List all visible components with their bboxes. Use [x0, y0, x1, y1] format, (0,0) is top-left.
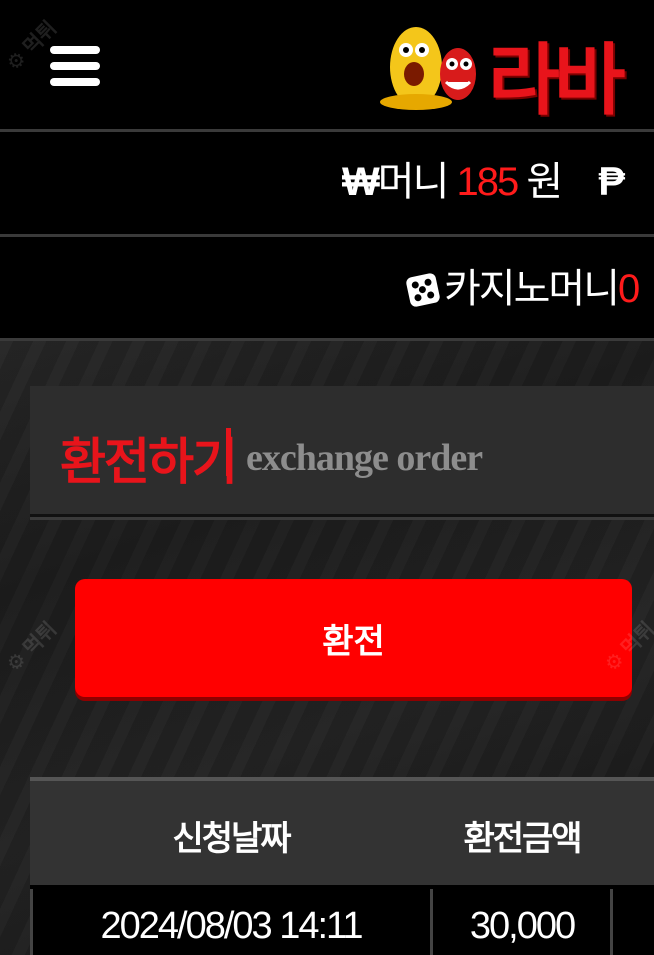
page-title: 환전하기 — [60, 434, 238, 490]
watermark: ⚙ 먹튀 — [2, 618, 62, 677]
exchange-section: 환전하기 exchange order 환전 ⚙ 먹튀 ⚙ 먹튀 신청날짜 환전… — [0, 341, 654, 955]
row-date: 2024/08/03 14:11 — [100, 905, 363, 947]
money-label: 머니 — [377, 160, 450, 204]
larva-mascot-icon — [380, 27, 476, 110]
won-icon: ₩ — [342, 160, 380, 204]
casino-balance: 카지노머니0 — [405, 261, 640, 317]
casino-label: 카지노머니 — [444, 267, 620, 311]
divider — [30, 517, 654, 520]
money-balance: ₩머니 185 원 ₱ — [342, 154, 625, 210]
page-subtitle: exchange order — [246, 437, 483, 479]
point-icon: ₱ — [598, 160, 625, 204]
title-divider — [226, 428, 231, 476]
column-header-date: 신청날짜 — [172, 820, 291, 858]
header: 라바 ⚙ 먹튀 — [0, 0, 654, 132]
money-bar: ₩머니 185 원 ₱ — [0, 132, 654, 237]
site-logo[interactable]: 라바 — [376, 12, 654, 126]
column-header-amount: 환전금액 — [463, 820, 582, 858]
money-unit: 원 — [526, 160, 563, 204]
casino-amount: 0 — [618, 267, 640, 311]
table-row[interactable]: 2024/08/03 14:11 30,000 — [30, 889, 654, 955]
money-amount: 185 — [456, 160, 520, 204]
table-header: 신청날짜 환전금액 — [30, 777, 654, 889]
cell-divider — [610, 889, 613, 955]
row-amount: 30,000 — [469, 905, 576, 947]
dice-icon — [405, 272, 441, 308]
logo-text: 라바 — [488, 36, 626, 126]
exchange-title-box: 환전하기 exchange order — [30, 386, 654, 517]
casino-bar: 카지노머니0 — [0, 237, 654, 341]
exchange-history-table: 신청날짜 환전금액 2024/08/03 14:11 30,000 — [30, 777, 654, 955]
hamburger-menu-icon[interactable] — [50, 46, 100, 92]
exchange-button[interactable]: 환전 — [75, 579, 632, 697]
